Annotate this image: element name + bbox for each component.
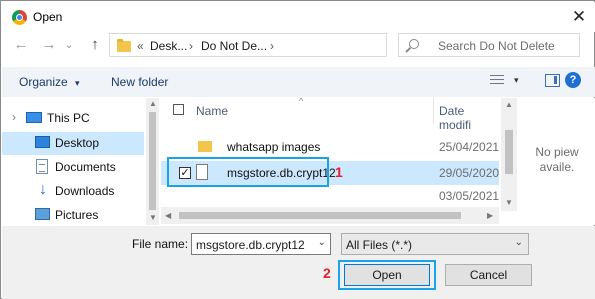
scroll-up-arrow-icon[interactable]: ▲ — [149, 99, 157, 108]
organize-button[interactable]: Organize ▾ — [19, 75, 80, 89]
preview-pane-icon[interactable] — [545, 74, 560, 87]
file-name-value: msgstore.db.crypt12 — [196, 238, 305, 252]
dialog-title: Open — [33, 10, 63, 24]
forward-button[interactable]: → — [40, 35, 58, 55]
file-date: 25/04/2021 — [439, 140, 500, 154]
file-type-select[interactable]: All Files (*.*) ⌄ — [341, 233, 529, 255]
downloads-icon: ↓ — [39, 181, 47, 198]
callout-step-2: 2 — [323, 265, 331, 281]
pictures-icon — [35, 208, 50, 220]
preview-pane: No piew availe. — [519, 98, 595, 225]
navigation-pane: › This PC Desktop Documents ↓ Downloads … — [2, 98, 144, 225]
scrollbar-thumb[interactable] — [505, 130, 513, 174]
sidebar-item-this-pc[interactable]: › This PC — [2, 107, 144, 130]
column-date-modified[interactable]: Date modifi — [439, 104, 499, 132]
file-row-hidden-name[interactable]: 03/05/2021 — [161, 184, 499, 208]
scrollbar-thumb[interactable] — [149, 112, 156, 210]
navigation-pane-scrollbar[interactable]: ▲ ▼ — [146, 98, 159, 225]
folder-icon — [117, 39, 131, 52]
breadcrumb-separator-end[interactable]: › — [270, 39, 274, 53]
title-bar: Open ✕ — [2, 2, 595, 32]
sidebar-item-desktop[interactable]: Desktop — [2, 132, 144, 155]
callout-step-1: 1 — [335, 164, 343, 180]
recent-locations-dropdown[interactable]: ⌄ — [63, 35, 75, 55]
sidebar-item-label: Documents — [55, 160, 116, 174]
cancel-button[interactable]: Cancel — [445, 264, 532, 286]
up-button[interactable]: ↑ — [86, 35, 104, 55]
file-list-vertical-scrollbar[interactable]: ▲ ▼ — [501, 98, 517, 211]
preview-message: No piew availe. — [519, 145, 595, 175]
back-button[interactable]: ← — [12, 35, 30, 55]
breadcrumb-overflow[interactable]: « — [137, 39, 144, 53]
highlight-box-file — [167, 157, 329, 187]
select-all-checkbox[interactable] — [173, 104, 184, 115]
breadcrumb-separator[interactable]: › — [189, 39, 193, 53]
organize-label: Organize — [19, 75, 68, 89]
view-dropdown-button[interactable]: ▾ — [514, 75, 519, 86]
file-row-whatsapp-images[interactable]: whatsapp images 25/04/2021 — [161, 135, 499, 159]
breadcrumb-do-not-delete[interactable]: Do Not De... — [201, 39, 267, 53]
column-header: Name ^ Date modifi — [161, 96, 499, 132]
preview-text-line-2: availe. — [539, 160, 575, 174]
scroll-down-arrow-icon[interactable]: ▼ — [149, 213, 157, 222]
chevron-down-icon: ⌄ — [514, 237, 523, 248]
chevron-down-icon[interactable]: ⌄ — [318, 237, 326, 248]
search-icon — [409, 39, 419, 49]
scroll-up-arrow-icon[interactable]: ▲ — [505, 100, 513, 109]
scroll-down-arrow-icon[interactable]: ▼ — [505, 198, 513, 207]
file-date: 29/05/2020 — [439, 166, 500, 180]
help-icon[interactable]: ? — [565, 72, 581, 88]
scrollbar-thumb[interactable] — [179, 212, 461, 219]
sidebar-item-label: Pictures — [55, 208, 99, 222]
open-button[interactable]: Open — [344, 264, 430, 286]
sidebar-item-label: This PC — [47, 111, 90, 125]
sort-ascending-icon: ^ — [299, 96, 304, 106]
preview-text-line-1: No piew — [535, 145, 579, 159]
sidebar-item-documents[interactable]: Documents — [2, 156, 144, 179]
column-divider[interactable] — [433, 98, 434, 124]
breadcrumb-desktop[interactable]: Desk... — [150, 39, 187, 53]
file-type-value: All Files (*.*) — [346, 238, 413, 252]
search-placeholder: Search Do Not Delete — [438, 39, 555, 53]
file-name-label: File name: — [132, 237, 189, 251]
scroll-right-arrow-icon[interactable]: ▶ — [487, 211, 493, 220]
bottom-panel: File name: msgstore.db.crypt12 ⌄ All Fil… — [2, 226, 595, 299]
scroll-left-arrow-icon[interactable]: ◀ — [165, 211, 171, 220]
sidebar-item-label: Downloads — [55, 184, 115, 198]
chrome-app-icon — [12, 10, 27, 25]
file-name-input[interactable]: msgstore.db.crypt12 ⌄ — [191, 233, 331, 255]
sidebar-item-label: Desktop — [55, 136, 100, 150]
chevron-down-icon: ▾ — [75, 78, 80, 88]
new-folder-button[interactable]: New folder — [111, 75, 168, 89]
search-box[interactable]: Search Do Not Delete — [398, 33, 580, 57]
column-name[interactable]: Name — [196, 104, 228, 118]
desktop-icon — [35, 136, 50, 148]
open-dialog: Open ✕ ← → ⌄ ↑ « Desk... › Do Not De... … — [0, 0, 595, 299]
sidebar-item-pictures[interactable]: Pictures — [2, 204, 144, 227]
file-date: 03/05/2021 — [439, 189, 500, 203]
documents-icon — [36, 159, 48, 174]
close-button[interactable]: ✕ — [568, 6, 590, 28]
command-toolbar: Organize ▾ New folder ▾ ? — [2, 67, 595, 97]
file-name: whatsapp images — [227, 140, 321, 154]
view-options-icon[interactable] — [490, 75, 504, 86]
pc-icon — [26, 112, 42, 123]
sidebar-item-downloads[interactable]: ↓ Downloads — [2, 180, 144, 203]
expand-chevron-icon[interactable]: › — [12, 110, 16, 124]
folder-icon — [198, 141, 212, 152]
address-bar[interactable]: « Desk... › Do Not De... › ⌄ ↻ — [109, 33, 484, 57]
file-list-horizontal-scrollbar[interactable]: ◀ ▶ — [161, 207, 499, 224]
